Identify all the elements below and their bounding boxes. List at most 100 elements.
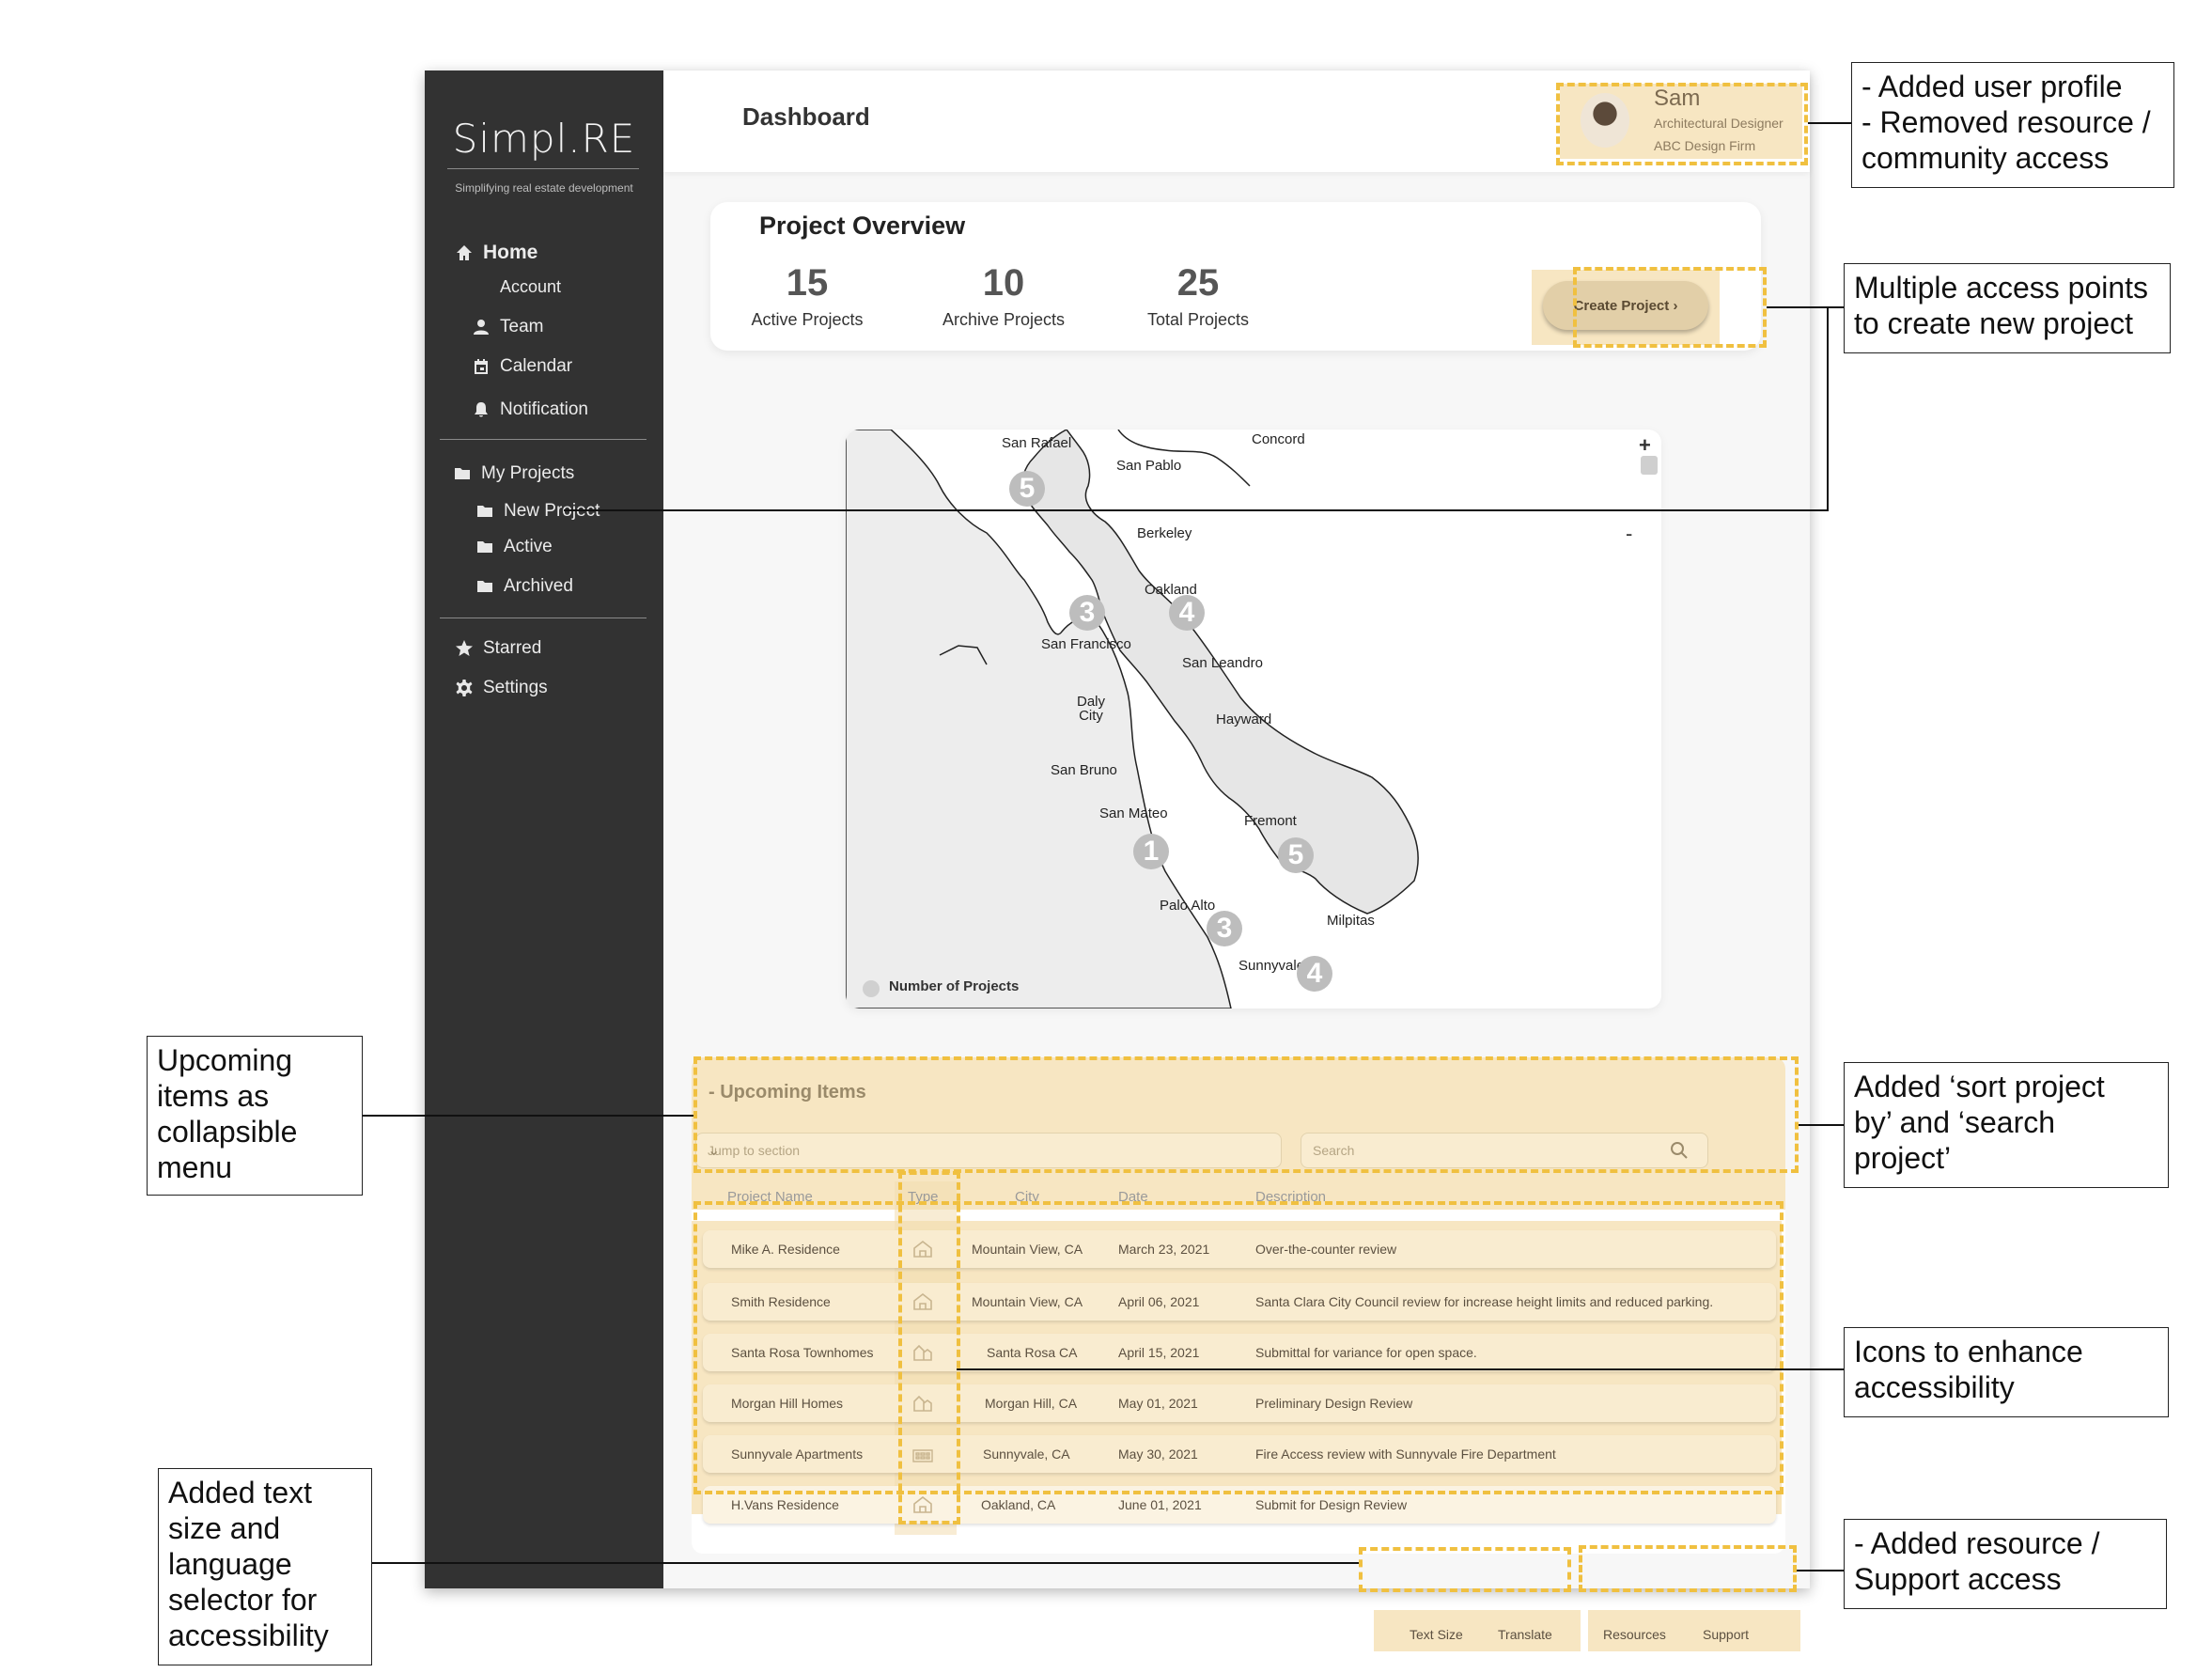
search-input[interactable]: Search	[1301, 1133, 1708, 1168]
map-city-label: San Mateo	[1099, 805, 1168, 821]
stat-label: Archive Projects	[942, 310, 1066, 329]
jump-to-section-select[interactable]: Jump to section ⌄	[695, 1133, 1282, 1168]
callout-connector	[1767, 306, 1851, 308]
callout-connector	[1827, 306, 1829, 511]
row-description: Preliminary Design Review	[1255, 1396, 1413, 1411]
map-zoom-slider[interactable]	[1641, 456, 1658, 475]
map-cluster-marker[interactable]: 5	[1009, 471, 1045, 507]
house-icon	[913, 1495, 932, 1513]
table-row[interactable]: Smith Residence Mountain View, CA April …	[703, 1283, 1776, 1321]
sidebar-item-account[interactable]: Account	[500, 277, 561, 297]
column-header-city[interactable]: City	[1015, 1189, 1039, 1205]
row-city: Mountain View, CA	[972, 1242, 1083, 1257]
support-link[interactable]: Support	[1703, 1627, 1749, 1642]
sidebar-item-label: Account	[500, 277, 562, 296]
sidebar-item-home[interactable]: Home	[455, 242, 537, 264]
callout-connector	[372, 1562, 1359, 1564]
callout-connector	[1797, 1570, 1844, 1571]
map-cluster-marker[interactable]: 4	[1169, 595, 1205, 631]
row-city: Mountain View, CA	[972, 1294, 1083, 1309]
stat-value: 10	[982, 262, 1025, 304]
sidebar-item-new-project[interactable]: New Project	[475, 501, 600, 522]
user-profile[interactable]: Sam Architectural Designer ABC Design Fi…	[1560, 84, 1802, 159]
row-description: Submittal for variance for open space.	[1255, 1345, 1477, 1360]
translate-button[interactable]: Translate	[1498, 1627, 1552, 1642]
sidebar-divider	[440, 439, 646, 440]
callout-connector	[363, 1115, 693, 1117]
sidebar-item-team[interactable]: Team	[472, 317, 543, 337]
row-date: June 01, 2021	[1118, 1497, 1202, 1512]
table-row[interactable]: H.Vans Residence Oakland, CA June 01, 20…	[703, 1486, 1776, 1524]
row-project-name: Santa Rosa Townhomes	[731, 1345, 874, 1360]
gear-icon	[456, 680, 473, 696]
row-date: April 15, 2021	[1118, 1345, 1200, 1360]
map-city-label: San Rafael	[1002, 435, 1072, 451]
sidebar-item-calendar[interactable]: Calendar	[472, 356, 572, 377]
user-icon	[474, 320, 489, 335]
avatar	[1581, 93, 1629, 148]
row-project-name: Mike A. Residence	[731, 1242, 840, 1257]
map-city-label: San Bruno	[1051, 762, 1117, 778]
map-cluster-marker[interactable]: 3	[1207, 911, 1242, 946]
sidebar-item-archived[interactable]: Archived	[475, 576, 573, 597]
sidebar-item-settings[interactable]: Settings	[455, 678, 548, 698]
map-city-label: Fremont	[1244, 813, 1297, 829]
folder-icon	[477, 506, 492, 517]
upcoming-items-panel: - Upcoming Items Jump to section ⌄ Searc…	[692, 1057, 1785, 1554]
house-icon	[913, 1292, 932, 1310]
main-content: Dashboard Sam Architectural Designer ABC…	[663, 70, 1810, 1588]
table-row[interactable]: Santa Rosa Townhomes Santa Rosa CA April…	[703, 1334, 1776, 1371]
map-city-label: Milpitas	[1327, 913, 1375, 929]
resources-link[interactable]: Resources	[1603, 1627, 1666, 1642]
apartment-icon	[912, 1449, 933, 1462]
column-header-type[interactable]: Type	[908, 1189, 939, 1205]
sidebar-item-starred[interactable]: Starred	[455, 638, 541, 659]
table-row[interactable]: Morgan Hill Homes Morgan Hill, CA May 01…	[703, 1384, 1776, 1422]
row-city: Morgan Hill, CA	[985, 1396, 1078, 1411]
sidebar: Simpl.RE Simplifying real estate develop…	[425, 70, 663, 1588]
project-map[interactable]: San Rafael San Pablo Concord Berkeley Oa…	[846, 430, 1661, 1008]
brand-divider	[447, 168, 639, 169]
stat-total-projects: 25 Total Projects	[1128, 262, 1269, 330]
map-cluster-marker[interactable]: 1	[1133, 834, 1169, 869]
sidebar-item-label: Calendar	[500, 356, 573, 376]
top-bar: Dashboard Sam Architectural Designer ABC…	[663, 70, 1810, 172]
sidebar-item-label: Notification	[500, 399, 588, 419]
table-row[interactable]: Mike A. Residence Mountain View, CA Marc…	[703, 1230, 1776, 1268]
sidebar-item-active[interactable]: Active	[475, 537, 553, 557]
stat-value: 25	[1176, 262, 1220, 304]
map-cluster-marker[interactable]: 3	[1069, 595, 1105, 631]
text-size-button[interactable]: Text Size	[1410, 1627, 1463, 1642]
calendar-icon	[475, 359, 488, 374]
brand-tagline: Simplifying real estate development	[455, 181, 633, 195]
map-cluster-marker[interactable]: 4	[1297, 956, 1332, 992]
row-date: May 01, 2021	[1118, 1396, 1198, 1411]
row-project-name: Smith Residence	[731, 1294, 831, 1309]
profile-firm: ABC Design Firm	[1654, 138, 1756, 153]
sidebar-item-label: Starred	[483, 638, 542, 658]
stat-label: Total Projects	[1146, 310, 1250, 329]
sidebar-item-label: Team	[500, 317, 544, 336]
map-city-label: Hayward	[1216, 711, 1272, 727]
row-description: Submit for Design Review	[1255, 1497, 1408, 1512]
upcoming-toggle[interactable]: - Upcoming Items	[709, 1082, 866, 1103]
folder-icon	[477, 541, 492, 553]
sidebar-item-my-projects[interactable]: My Projects	[453, 463, 574, 484]
column-header-project-name[interactable]: Project Name	[727, 1189, 813, 1205]
page-title: Dashboard	[742, 102, 870, 131]
sidebar-item-notification[interactable]: Notification	[472, 399, 588, 420]
column-header-description[interactable]: Description	[1255, 1189, 1326, 1205]
map-zoom-in-button[interactable]: +	[1639, 433, 1651, 458]
map-city-label: San Francisco	[1041, 636, 1131, 652]
callout-profile: - Added user profile - Removed resource …	[1851, 62, 2174, 188]
table-row[interactable]: Sunnyvale Apartments Sunnyvale, CA May 3…	[703, 1435, 1776, 1473]
map-legend-label: Number of Projects	[889, 978, 1020, 994]
callout-resources: - Added resource / Support access	[1844, 1519, 2167, 1609]
row-date: April 06, 2021	[1118, 1294, 1200, 1309]
column-header-date[interactable]: Date	[1118, 1189, 1148, 1205]
map-zoom-out-button[interactable]: -	[1626, 522, 1632, 546]
map-cluster-marker[interactable]: 5	[1278, 837, 1314, 873]
legend-dot	[863, 980, 880, 997]
create-project-button[interactable]: Create Project ›	[1543, 281, 1708, 330]
row-city: Santa Rosa CA	[987, 1345, 1078, 1360]
